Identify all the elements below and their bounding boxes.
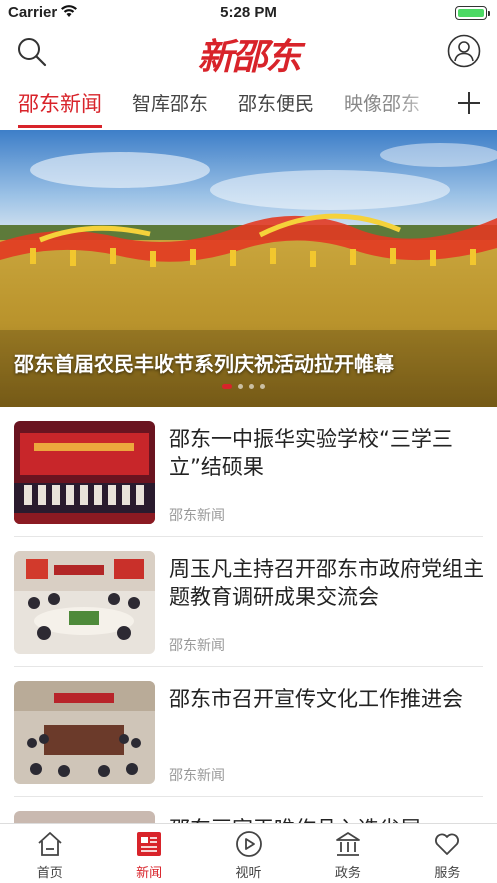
app-logo: 新邵东: [197, 36, 301, 78]
carousel-indicator: [222, 384, 265, 389]
battery-icon: [455, 6, 490, 20]
tab-news[interactable]: 新闻: [99, 824, 198, 883]
clock: 5:28 PM: [220, 4, 277, 21]
news-source: 邵东新闻: [169, 768, 225, 784]
list-item[interactable]: 邵东市召开宣传文化工作推进会 邵东新闻: [14, 667, 483, 797]
news-source: 邵东新闻: [169, 638, 225, 654]
tab-label: 服务: [434, 866, 461, 881]
channel-tabs: 邵东新闻 智库邵东 邵东便民 映像邵东: [0, 78, 497, 130]
news-title: 邵东一中振华实验学校“三学三立”结硕果: [169, 427, 453, 479]
news-icon: [137, 832, 162, 856]
news-thumbnail: [14, 551, 155, 654]
news-list: 邵东一中振华实验学校“三学三立”结硕果 邵东新闻 周玉凡主持召开邵东市政府党组主…: [0, 407, 497, 851]
carousel-dot: [222, 384, 232, 389]
news-source: 邵东新闻: [169, 508, 225, 524]
tab-label: 视听: [235, 866, 262, 881]
bottom-tab-bar: 首页 新闻 视听 政务 服务: [0, 823, 497, 883]
tab-services[interactable]: 服务: [398, 824, 497, 883]
tab-label: 新闻: [136, 866, 163, 881]
tab-shaodong-news[interactable]: 邵东新闻: [18, 78, 102, 130]
list-item[interactable]: 邵东一中振华实验学校“三学三立”结硕果 邵东新闻: [14, 407, 483, 537]
featured-banner[interactable]: 邵东首届农民丰收节系列庆祝活动拉开帷幕: [0, 130, 497, 407]
news-thumbnail: [14, 421, 155, 524]
tab-convenience[interactable]: 邵东便民: [238, 78, 314, 130]
news-title: 周玉凡主持召开邵东市政府党组主题教育调研成果交流会: [169, 557, 484, 609]
home-icon: [38, 832, 62, 856]
list-item[interactable]: 周玉凡主持召开邵东市政府党组主题教育调研成果交流会 邵东新闻: [14, 537, 484, 667]
play-icon: [235, 831, 262, 857]
tab-label: 首页: [36, 866, 63, 881]
app-header: 新邵东: [0, 26, 497, 78]
news-title: 邵东市召开宣传文化工作推进会: [169, 687, 463, 711]
status-bar: Carrier 5:28 PM: [0, 0, 497, 26]
banner-caption: 邵东首届农民丰收节系列庆祝活动拉开帷幕: [14, 352, 394, 376]
tab-government[interactable]: 政务: [298, 824, 397, 883]
add-channel-icon[interactable]: [455, 89, 483, 117]
tab-media[interactable]: 视听: [199, 824, 298, 883]
carousel-dot: [238, 384, 243, 389]
tab-home[interactable]: 首页: [0, 824, 99, 883]
tab-label: 政务: [334, 866, 361, 881]
carousel-dot: [249, 384, 254, 389]
news-thumbnail: [14, 681, 155, 784]
government-icon: [336, 832, 360, 856]
tab-think-tank[interactable]: 智库邵东: [132, 78, 208, 130]
carousel-dot: [260, 384, 265, 389]
heart-icon: [435, 833, 460, 855]
user-profile-icon[interactable]: [447, 34, 481, 68]
